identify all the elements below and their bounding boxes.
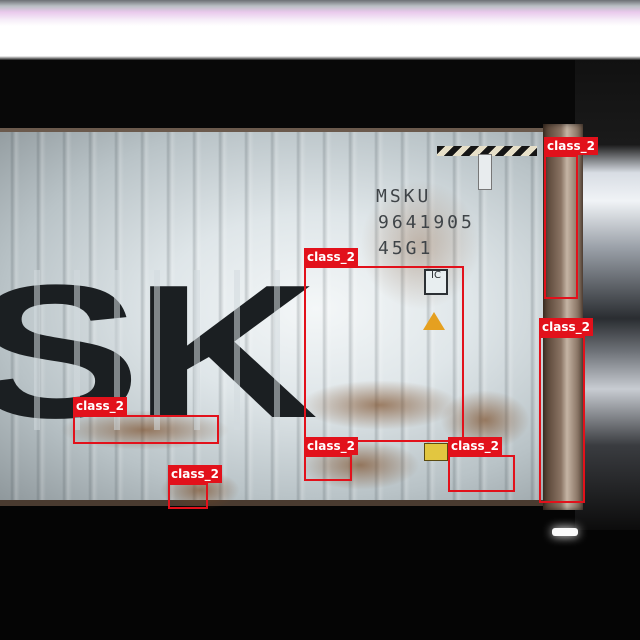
door-fixture [478, 154, 492, 190]
owner-code: MSKU [376, 186, 432, 207]
serial-number: 9641905 [378, 212, 475, 233]
detection-label: class_2 [73, 397, 127, 415]
container-photo: SK MSKU 9641905 45G1 IC class_2 class_2 … [0, 0, 640, 640]
corrugation-highlight [0, 270, 290, 430]
detection-label: class_2 [448, 437, 502, 455]
detection-box: class_2 [448, 437, 515, 492]
detection-label: class_2 [304, 437, 358, 455]
detection-label: class_2 [304, 248, 358, 266]
detection-box: class_2 [304, 437, 358, 481]
overexposed-top-band [0, 0, 640, 60]
floor-light-spot [552, 528, 578, 536]
detection-label: class_2 [168, 465, 222, 483]
detection-box: class_2 [539, 318, 593, 503]
detection-box: class_2 [168, 465, 222, 509]
dark-background-strip [0, 60, 640, 130]
type-code: 45G1 [378, 238, 434, 259]
detection-box: class_2 [73, 397, 219, 444]
detection-box: class_2 [304, 248, 464, 442]
detection-label: class_2 [539, 318, 593, 336]
height-warning-plate [424, 443, 448, 461]
detection-label: class_2 [544, 137, 598, 155]
detection-box: class_2 [544, 137, 598, 299]
